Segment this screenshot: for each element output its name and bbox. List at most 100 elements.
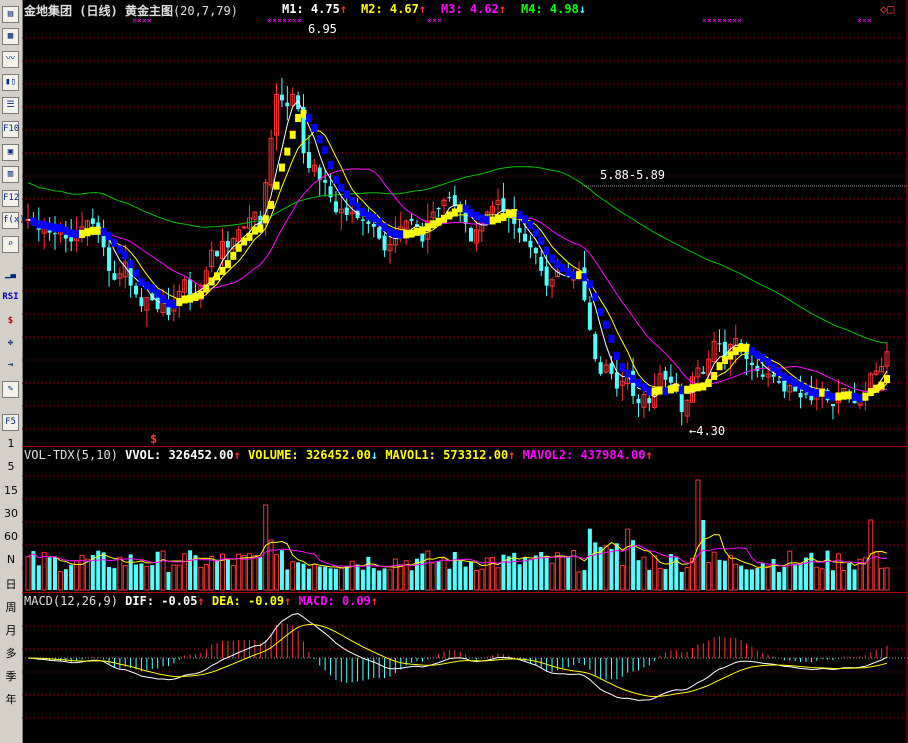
trend-step xyxy=(608,334,615,343)
trend-step xyxy=(505,209,512,218)
volume-bar xyxy=(619,564,625,591)
trend-step xyxy=(111,238,118,247)
m4-indicator: M4: 4.98↓ xyxy=(521,2,587,16)
f5-icon[interactable]: F5 xyxy=(2,414,19,431)
candle-body xyxy=(90,218,95,224)
trend-step xyxy=(52,223,59,232)
trend-step xyxy=(338,183,345,192)
pen-icon[interactable]: ✎ xyxy=(2,381,19,398)
volume-bar xyxy=(458,560,463,590)
candle-body xyxy=(377,227,382,239)
period-2-button[interactable]: 5 xyxy=(0,460,22,473)
volume-bar xyxy=(236,553,242,591)
grid-icon[interactable]: ▦ xyxy=(2,28,19,45)
period-12-button[interactable]: 年 xyxy=(0,691,22,707)
line-chart-icon[interactable]: 〰 xyxy=(2,51,19,68)
menu-icon[interactable]: ▤ xyxy=(2,6,19,23)
trend-step xyxy=(511,208,518,217)
trend-step xyxy=(138,277,145,286)
trend-step xyxy=(522,215,529,224)
trend-step xyxy=(408,229,415,238)
f12-icon[interactable]: F12 xyxy=(2,190,19,207)
doc-icon[interactable]: ▥ xyxy=(2,166,19,183)
candle-body xyxy=(215,250,220,257)
left-toolbar: ▤ ▦ 〰 ▮▯ ☰ F10 ▣ ▥ F12 f(x) ⌕ ▁▃ RSI $ ✥ ⇥ ✎ F5 1 5 15 30 60 N 日… xyxy=(0,0,25,743)
period-8-button[interactable]: 周 xyxy=(0,599,22,615)
candle-body xyxy=(323,180,328,183)
search-icon[interactable]: ⌕ xyxy=(2,236,19,253)
f10-icon[interactable]: F10 xyxy=(2,121,19,138)
rsi-icon[interactable]: RSI xyxy=(2,290,19,307)
volume-header: VOL-TDX(5,10) VVOL: 326452.00↑ VOLUME: 3… xyxy=(24,448,653,462)
period-11-button[interactable]: 季 xyxy=(0,668,22,684)
trend-step xyxy=(754,350,761,359)
volume-bar xyxy=(695,479,701,591)
volume-bar xyxy=(631,540,636,590)
trend-step xyxy=(657,386,664,395)
trend-step xyxy=(181,295,188,304)
trend-step xyxy=(457,204,464,213)
trend-step xyxy=(246,232,253,241)
trend-step xyxy=(559,263,566,272)
trend-step xyxy=(300,109,307,118)
book-icon[interactable]: ▣ xyxy=(2,144,19,161)
macd-header: MACD(12,26,9) DIF: -0.05↑ DEA: -0.09↑ MA… xyxy=(24,594,379,608)
candle-body xyxy=(225,241,230,248)
trend-step xyxy=(630,374,637,383)
candle-body xyxy=(155,296,160,310)
trend-step xyxy=(489,216,496,225)
candle-body xyxy=(53,233,58,235)
period-5-button[interactable]: 60 xyxy=(0,530,22,543)
stock-title: 金地集团 (日线) 黄金主图(20,7,79) xyxy=(24,4,238,18)
candle-body xyxy=(830,404,835,407)
list-icon[interactable]: ☰ xyxy=(2,97,19,114)
trend-step xyxy=(484,216,491,225)
diamond-icon[interactable]: ◇□ xyxy=(880,2,894,16)
volume-bar xyxy=(122,564,128,591)
trend-step xyxy=(305,113,312,122)
export-icon[interactable]: ⇥ xyxy=(2,358,19,375)
volume-bar xyxy=(63,569,68,590)
volume-bar xyxy=(25,556,31,591)
volume-bar xyxy=(517,564,522,590)
trend-step xyxy=(149,284,156,293)
candle-body xyxy=(344,207,349,216)
period-6-button[interactable]: N xyxy=(0,553,22,566)
trend-step xyxy=(770,363,777,372)
volume-bar xyxy=(717,559,722,590)
trend-step xyxy=(214,272,221,281)
period-4-button[interactable]: 30 xyxy=(0,507,22,520)
period-1-button[interactable]: 1 xyxy=(0,437,22,450)
period-3-button[interactable]: 15 xyxy=(0,484,22,497)
candle-body xyxy=(668,376,673,383)
bar-chart-icon[interactable]: ▁▃ xyxy=(2,267,19,284)
volume-bar xyxy=(160,550,166,591)
volume-bar xyxy=(360,569,365,590)
candle-body xyxy=(582,267,587,301)
trend-step xyxy=(759,353,766,362)
trend-step xyxy=(35,220,42,229)
trend-step xyxy=(689,384,696,393)
move-icon[interactable]: ✥ xyxy=(2,336,19,353)
period-7-button[interactable]: 日 xyxy=(0,576,22,592)
period-9-button[interactable]: 月 xyxy=(0,622,22,638)
volume-bar xyxy=(176,564,182,591)
trend-step xyxy=(635,379,642,388)
fx-icon[interactable]: f(x) xyxy=(2,212,25,229)
volume-bar xyxy=(215,559,220,590)
period-10-button[interactable]: 多 xyxy=(0,645,22,661)
trend-step xyxy=(316,135,323,144)
dollar-icon[interactable]: $ xyxy=(2,314,19,331)
trend-step xyxy=(549,254,556,263)
trend-step xyxy=(41,220,48,229)
m1-indicator: M1: 4.75↑ xyxy=(282,2,348,16)
candle-icon[interactable]: ▮▯ xyxy=(2,74,19,91)
chart-area[interactable]: × × × × × × × × × × × × × × × × × × × × × × × × × xyxy=(22,0,908,743)
low-price-label: ←4.30 xyxy=(689,424,726,438)
trend-step xyxy=(651,387,658,396)
candle-body xyxy=(279,94,284,101)
trend-step xyxy=(224,260,231,269)
volume-bar xyxy=(727,554,733,591)
trend-step xyxy=(430,220,437,229)
candle-body xyxy=(798,392,803,398)
